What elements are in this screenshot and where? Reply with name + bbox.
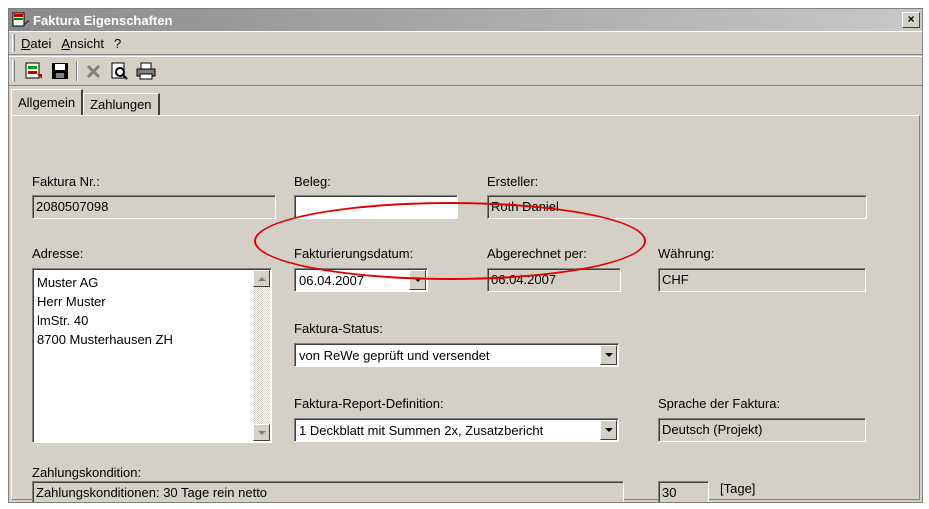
arrow-up-icon (257, 276, 266, 281)
close-button[interactable]: × (902, 12, 920, 28)
abgerechnet-per-label: Abgerechnet per: (487, 246, 587, 261)
zahlungskondition-label: Zahlungskondition: (32, 465, 142, 480)
toolbar (9, 56, 922, 86)
adresse-line: Muster AG (37, 275, 99, 290)
new-invoice-icon[interactable] (23, 60, 45, 82)
beleg-input[interactable] (294, 195, 458, 219)
faktura-nr-label: Faktura Nr.: (32, 174, 100, 189)
abgerechnet-per-field: 06.04.2007 (487, 268, 621, 292)
dropdown-arrow-icon[interactable] (600, 420, 617, 440)
print-icon[interactable] (135, 60, 157, 82)
scroll-up-button[interactable] (253, 270, 270, 287)
save-icon[interactable] (49, 60, 71, 82)
menu-help[interactable]: ? (114, 36, 121, 51)
ersteller-label: Ersteller: (487, 174, 539, 189)
report-definition-dropdown[interactable]: 1 Deckblatt mit Summen 2x, Zusatzbericht (294, 418, 619, 442)
faktura-status-label: Faktura-Status: (294, 321, 383, 336)
invoice-app-icon (12, 12, 30, 28)
arrow-down-icon (257, 430, 266, 435)
tab-allgemein[interactable]: Allgemein (11, 89, 84, 115)
dropdown-arrow-icon[interactable] (409, 270, 426, 290)
faktura-window: Faktura Eigenschaften × Datei Ansicht ? (8, 8, 923, 503)
menu-datei[interactable]: Datei (21, 36, 51, 51)
waehrung-field: CHF (658, 268, 866, 292)
print-preview-icon[interactable] (109, 60, 131, 82)
toolbar-separator (76, 61, 78, 81)
title-bar[interactable]: Faktura Eigenschaften × (9, 9, 922, 31)
faktura-nr-field: 2080507098 (32, 195, 276, 219)
faktura-status-value: von ReWe geprüft und versendet (299, 348, 490, 363)
delete-icon[interactable] (83, 60, 105, 82)
report-definition-label: Faktura-Report-Definition: (294, 396, 444, 411)
dropdown-arrow-icon[interactable] (600, 345, 617, 365)
fakturierungsdatum-value: 06.04.2007 (299, 273, 365, 288)
scroll-down-button[interactable] (253, 424, 270, 441)
beleg-label: Beleg: (294, 174, 331, 189)
tab-zahlungen[interactable]: Zahlungen (83, 93, 160, 115)
adresse-line: 8700 Musterhausen ZH (37, 332, 173, 347)
report-definition-value: 1 Deckblatt mit Summen 2x, Zusatzbericht (299, 423, 544, 438)
fakturierungsdatum-dropdown[interactable]: 06.04.2007 (294, 268, 428, 292)
adresse-label: Adresse: (32, 246, 84, 261)
menu-ansicht[interactable]: Ansicht (61, 36, 104, 51)
adresse-textarea[interactable]: Muster AG Herr Muster lmStr. 40 8700 Mus… (32, 268, 272, 443)
adresse-line: lmStr. 40 (37, 313, 89, 328)
tage-field: 30 (658, 481, 709, 502)
adresse-scrollbar[interactable] (253, 270, 270, 441)
waehrung-label: Währung: (658, 246, 715, 261)
sprache-label: Sprache der Faktura: (658, 396, 781, 411)
tab-panel-allgemein: Faktura Nr.: 2080507098 Beleg: Ersteller… (11, 115, 920, 502)
faktura-status-dropdown[interactable]: von ReWe geprüft und versendet (294, 343, 619, 367)
tab-strip: Allgemein Zahlungen (11, 89, 160, 115)
menu-bar: Datei Ansicht ? (9, 31, 922, 55)
fakturierungsdatum-label: Fakturierungsdatum: (294, 246, 414, 261)
ersteller-field: Roth Daniel (487, 195, 867, 219)
toolbar-grip (12, 60, 15, 82)
tage-unit-label: [Tage] (720, 481, 756, 496)
menu-grip (12, 34, 15, 52)
zahlungskondition-field: Zahlungskonditionen: 30 Tage rein netto (32, 481, 624, 502)
window-title: Faktura Eigenschaften (33, 12, 173, 28)
adresse-line: Herr Muster (37, 294, 106, 309)
sprache-field: Deutsch (Projekt) (658, 418, 866, 442)
